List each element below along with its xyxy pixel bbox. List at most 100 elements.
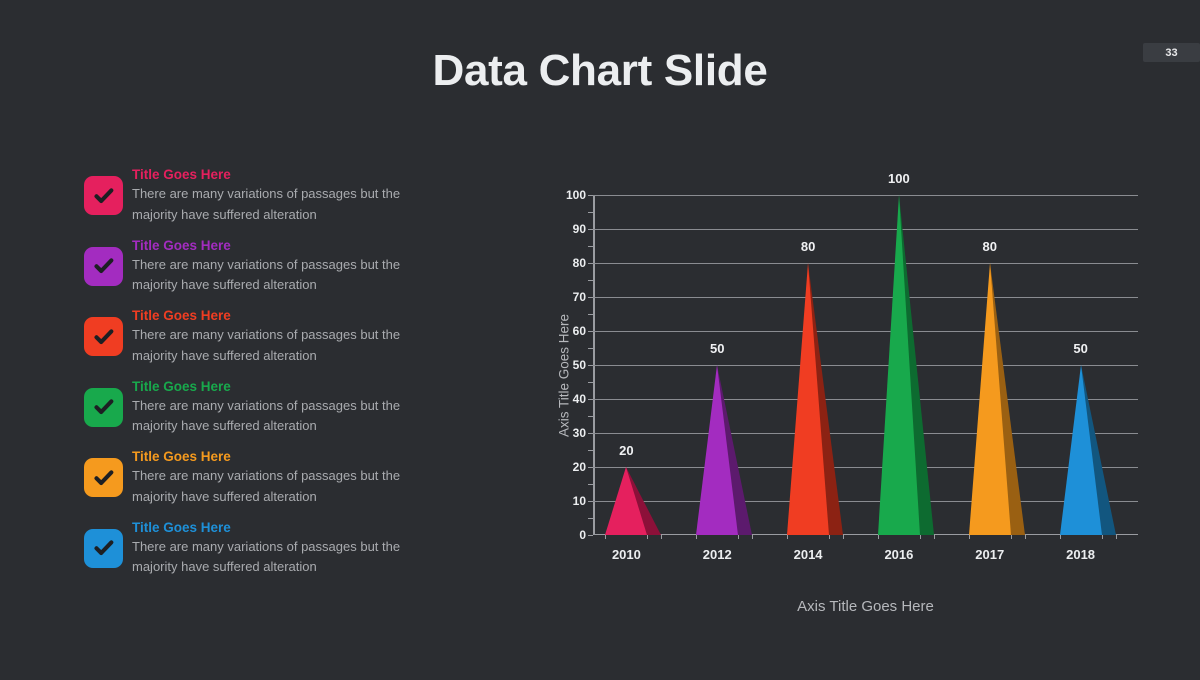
feature-description-line-1: There are many variations of passages bu… <box>132 327 401 342</box>
x-axis-tick-label: 2016 <box>884 547 914 562</box>
check-square-icon[interactable] <box>84 176 123 215</box>
gridline <box>593 501 1138 502</box>
gridline <box>593 263 1138 264</box>
x-axis-minor-tick <box>968 535 970 539</box>
chart-bar-cone[interactable] <box>603 467 662 535</box>
y-axis-tick-label: 10 <box>572 494 586 508</box>
feature-description-line-2: majority have suffered alteration <box>132 206 317 222</box>
feature-description-line-1: There are many variations of passages bu… <box>132 538 401 554</box>
check-square-icon[interactable] <box>84 246 123 286</box>
feature-description-line-2: majority have suffered alteration <box>132 418 317 433</box>
chart-bar-cone[interactable] <box>1058 365 1116 535</box>
slide-canvas: 33 Data Chart Slide Title Goes Here There… <box>0 0 1200 680</box>
y-axis-tick-label: 100 <box>565 188 586 202</box>
x-axis-title: Axis Title Goes Here <box>797 598 934 615</box>
plot-area: 0 10 20 30 40 50 60 70 80 90 100 20 2010 50 2012 80 2014… <box>566 171 1138 562</box>
feature-title: Title Goes Here <box>132 519 231 535</box>
gridline <box>593 297 1138 298</box>
feature-title: Title Goes Here <box>132 167 231 182</box>
chart-container: Axis Title Goes Here 0 10 20 30 40 50 60 70 80 90… <box>530 150 1170 650</box>
bar-value-label: 20 <box>619 443 634 458</box>
feature-item[interactable]: Title Goes Here There are many variations… <box>84 378 484 449</box>
y-axis-minor-tick <box>588 416 593 417</box>
x-axis-minor-tick <box>752 535 754 539</box>
feature-item[interactable]: Title Goes Here There are many variations… <box>84 237 484 308</box>
x-axis-tick-label: 2018 <box>1066 547 1096 562</box>
x-axis-tick-label: 2012 <box>702 547 732 562</box>
feature-item[interactable]: Title Goes Here There are many variations… <box>84 307 484 378</box>
y-axis-minor-tick <box>588 229 593 230</box>
chart-bar-cone[interactable] <box>967 263 1025 535</box>
y-axis-minor-tick <box>588 348 593 349</box>
feature-description-line-2: majority have suffered alteration <box>132 347 317 363</box>
y-axis-minor-tick <box>588 280 593 281</box>
y-axis-tick-label: 80 <box>572 256 586 270</box>
chart-bar-cone[interactable] <box>785 263 844 535</box>
gridline <box>593 467 1138 468</box>
x-axis-minor-tick <box>829 535 831 539</box>
y-axis-minor-tick <box>588 518 593 519</box>
bar-value-label: 100 <box>888 171 910 186</box>
gridline <box>593 433 1138 434</box>
feature-title: Title Goes Here <box>132 378 231 394</box>
y-axis-minor-tick <box>588 314 593 315</box>
page-title: Data Chart Slide <box>432 46 768 95</box>
x-axis-minor-tick <box>877 535 879 539</box>
y-axis-minor-tick <box>588 535 593 536</box>
check-square-icon[interactable] <box>84 458 123 497</box>
feature-description-line-1: There are many variations of passages bu… <box>132 186 401 201</box>
x-axis-minor-tick <box>1024 535 1026 539</box>
feature-description-line-2: majority have suffered alteration <box>132 277 317 292</box>
x-axis-minor-tick <box>661 535 663 539</box>
x-axis-minor-tick <box>919 535 921 539</box>
feature-title: Title Goes Here <box>132 449 231 464</box>
y-axis-minor-tick <box>588 212 593 213</box>
bar-value-label: 50 <box>710 341 725 356</box>
y-axis-minor-tick <box>588 365 593 366</box>
feature-item[interactable]: Title Goes Here There are many variations… <box>84 166 484 237</box>
y-axis-minor-tick <box>588 297 593 298</box>
feature-description-line-1: There are many variations of passages bu… <box>132 397 401 413</box>
y-axis-tick-label: 60 <box>572 324 586 338</box>
check-square-icon[interactable] <box>84 317 123 356</box>
feature-title: Title Goes Here <box>132 237 231 253</box>
x-axis-tick-label: 2014 <box>793 547 823 562</box>
x-axis-minor-tick <box>605 535 607 539</box>
x-axis-tick-label: 2017 <box>975 547 1005 562</box>
y-axis-minor-tick <box>588 195 593 196</box>
feature-description-line-2: majority have suffered alteration <box>132 559 317 574</box>
bar-value-label: 50 <box>1073 341 1088 356</box>
y-axis-minor-tick <box>588 501 593 502</box>
y-axis-minor-tick <box>588 450 593 451</box>
x-axis-minor-tick <box>696 535 698 539</box>
x-axis-minor-tick <box>843 535 845 539</box>
check-square-icon[interactable] <box>84 528 123 568</box>
bar-value-label: 80 <box>982 239 997 254</box>
gridline <box>593 365 1138 366</box>
x-axis-minor-tick <box>1059 535 1061 539</box>
x-axis-line <box>593 533 1138 535</box>
feature-description-line-1: There are many variations of passages bu… <box>132 468 401 483</box>
x-axis-minor-tick <box>787 535 789 539</box>
y-axis-tick-label: 30 <box>572 426 586 440</box>
y-axis-tick-label: 70 <box>572 290 586 304</box>
y-axis-minor-tick <box>588 246 593 247</box>
bar-value-label: 80 <box>800 239 816 254</box>
feature-item[interactable]: Title Goes Here There are many variations… <box>84 448 484 519</box>
y-axis-minor-tick <box>588 467 593 468</box>
chart-bar-cone[interactable] <box>694 365 753 535</box>
feature-title: Title Goes Here <box>132 308 231 323</box>
chart-bar-cone[interactable] <box>876 195 934 535</box>
x-axis-tick-label: 2010 <box>611 547 641 562</box>
check-square-icon[interactable] <box>84 387 123 427</box>
y-axis-minor-tick <box>588 484 593 485</box>
feature-description-line-2: majority have suffered alteration <box>132 488 317 504</box>
x-axis-minor-tick <box>1115 535 1117 539</box>
x-axis-minor-tick <box>647 535 649 539</box>
gridline <box>593 331 1138 332</box>
feature-description-line-1: There are many variations of passages bu… <box>132 256 401 272</box>
x-axis-minor-tick <box>1101 535 1103 539</box>
y-axis-title: Axis Title Goes Here <box>556 313 572 438</box>
gridline <box>593 195 1138 196</box>
feature-item[interactable]: Title Goes Here There are many variations… <box>84 519 484 590</box>
